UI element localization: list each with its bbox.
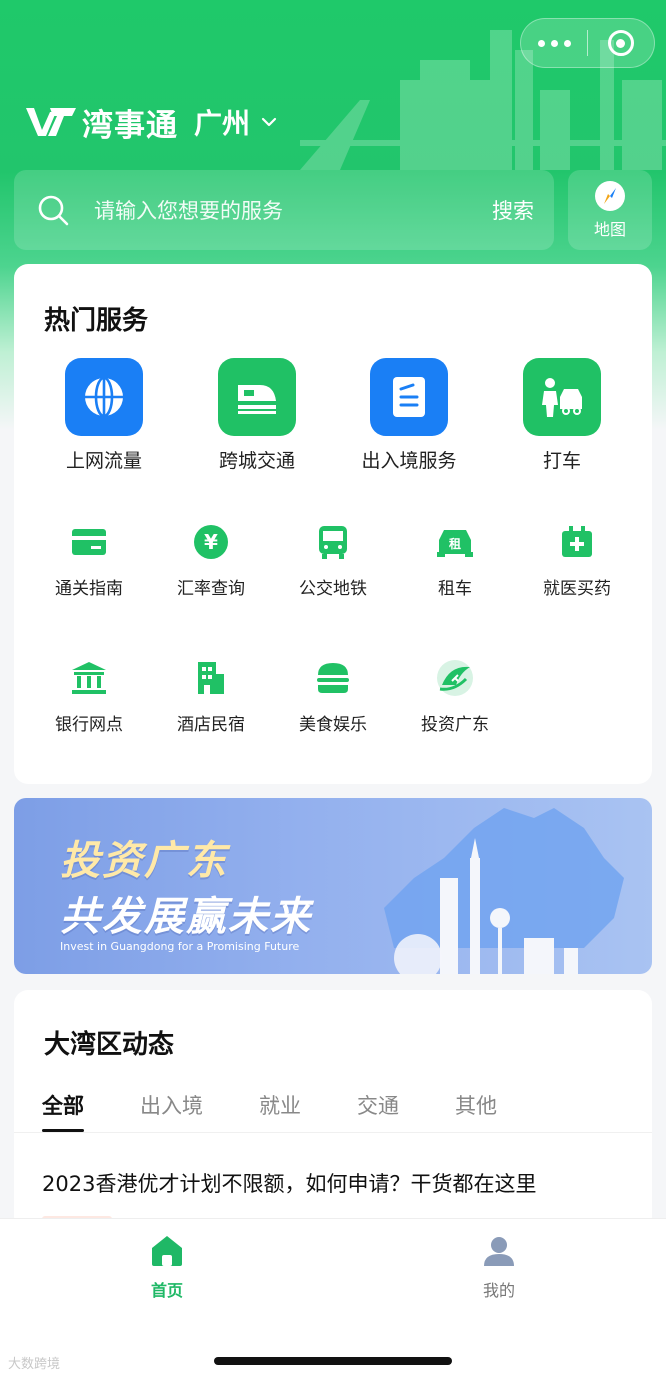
close-circle-icon[interactable] bbox=[588, 18, 654, 68]
hotel-icon bbox=[191, 658, 231, 698]
service-label: 银行网点 bbox=[55, 715, 123, 735]
invest-logo-icon bbox=[435, 658, 475, 698]
tab-home[interactable]: 首页 bbox=[107, 1233, 227, 1301]
service-food-entertainment[interactable]: 美食娱乐 bbox=[272, 658, 394, 735]
passport-icon bbox=[370, 358, 448, 436]
service-car-rental[interactable]: 租 租车 bbox=[394, 522, 516, 599]
banner-title-line2: 共发展赢未来 bbox=[60, 894, 312, 940]
service-bank-branches[interactable]: 银行网点 bbox=[28, 658, 150, 735]
tabs-divider bbox=[14, 1132, 652, 1133]
tab-other[interactable]: 其他 bbox=[455, 1090, 497, 1132]
service-label: 就医买药 bbox=[543, 579, 611, 599]
home-icon bbox=[152, 1236, 182, 1266]
compass-icon bbox=[595, 181, 625, 211]
news-tabs: 全部 出入境 就业 交通 其他 bbox=[42, 1090, 553, 1134]
globe-icon bbox=[65, 358, 143, 436]
svg-text:租: 租 bbox=[449, 537, 461, 551]
service-label: 美食娱乐 bbox=[299, 715, 367, 735]
more-dots-icon[interactable] bbox=[521, 18, 587, 68]
service-taxi[interactable]: 打车 bbox=[486, 358, 638, 473]
city-selector[interactable]: 广州 bbox=[194, 102, 250, 142]
hot-services-title: 热门服务 bbox=[44, 306, 149, 336]
promo-banner[interactable]: 投资广东 共发展赢未来 Invest in Guangdong for a Pr… bbox=[14, 798, 652, 974]
tab-label: 我的 bbox=[482, 1281, 515, 1300]
service-label: 打车 bbox=[542, 450, 581, 472]
search-icon bbox=[38, 195, 69, 226]
rental-car-icon: 租 bbox=[435, 522, 475, 562]
map-button[interactable]: 地图 bbox=[568, 170, 652, 250]
train-icon bbox=[218, 358, 296, 436]
card-icon bbox=[69, 522, 109, 562]
medical-kit-icon bbox=[557, 522, 597, 562]
mini-program-capsule bbox=[520, 18, 655, 68]
app-logo-icon bbox=[26, 108, 76, 136]
bay-area-news-card: 大湾区动态 全部 出入境 就业 交通 其他 2023香港优才计划不限额，如何申请… bbox=[14, 990, 652, 1230]
service-bus-metro[interactable]: 公交地铁 bbox=[272, 522, 394, 599]
service-label: 跨城交通 bbox=[218, 450, 295, 472]
bottom-tab-bar: 首页 我的 大数跨境 bbox=[0, 1218, 666, 1374]
map-label: 地图 bbox=[593, 220, 626, 239]
svg-text:¥: ¥ bbox=[204, 530, 218, 554]
news-article-title[interactable]: 2023香港优才计划不限额，如何申请？干货都在这里 bbox=[42, 1168, 536, 1198]
watermark: 大数跨境 bbox=[8, 1357, 61, 1372]
service-intercity-transport[interactable]: 跨城交通 bbox=[181, 358, 333, 473]
banner-title-line1: 投资广东 bbox=[60, 838, 228, 884]
service-customs-guide[interactable]: 通关指南 bbox=[28, 522, 150, 599]
search-button[interactable]: 搜索 bbox=[492, 195, 534, 225]
home-indicator[interactable] bbox=[214, 1357, 452, 1365]
tab-entry-exit[interactable]: 出入境 bbox=[140, 1090, 203, 1132]
burger-icon bbox=[313, 658, 353, 698]
service-data-roaming[interactable]: 上网流量 bbox=[28, 358, 180, 473]
tab-transport[interactable]: 交通 bbox=[357, 1090, 399, 1132]
tab-employment[interactable]: 就业 bbox=[259, 1090, 301, 1132]
service-label: 出入境服务 bbox=[361, 450, 457, 472]
bus-icon bbox=[313, 522, 353, 562]
user-icon bbox=[484, 1237, 514, 1266]
taxi-icon bbox=[523, 358, 601, 436]
service-hotels[interactable]: 酒店民宿 bbox=[150, 658, 272, 735]
guangdong-map-illustration bbox=[384, 808, 624, 974]
service-medical[interactable]: 就医买药 bbox=[516, 522, 638, 599]
brand-bar: 湾事通 广州 bbox=[24, 100, 278, 144]
yen-icon: ¥ bbox=[191, 522, 231, 562]
service-entry-exit[interactable]: 出入境服务 bbox=[333, 358, 485, 473]
service-label: 酒店民宿 bbox=[177, 715, 245, 735]
service-label: 上网流量 bbox=[65, 450, 142, 472]
search-input[interactable]: 请输入您想要的服务 bbox=[94, 195, 492, 225]
service-invest-guangdong[interactable]: 投资广东 bbox=[394, 658, 516, 735]
tab-label: 首页 bbox=[150, 1281, 183, 1300]
tab-mine[interactable]: 我的 bbox=[439, 1233, 559, 1301]
banner-subtitle: Invest in Guangdong for a Promising Futu… bbox=[60, 940, 300, 953]
service-exchange-rate[interactable]: ¥ 汇率查询 bbox=[150, 522, 272, 599]
search-bar[interactable]: 请输入您想要的服务 搜索 bbox=[14, 170, 554, 250]
tab-all[interactable]: 全部 bbox=[42, 1090, 84, 1132]
hot-services-card: 热门服务 上网流量 跨城交通 出入境服务 打车 通关指南 ¥ 汇率查询 公交地铁 bbox=[14, 264, 652, 784]
news-section-title: 大湾区动态 bbox=[44, 1030, 175, 1060]
app-name: 湾事通 bbox=[82, 107, 178, 144]
service-label: 公交地铁 bbox=[299, 579, 367, 599]
bank-icon bbox=[69, 658, 109, 698]
chevron-down-icon[interactable] bbox=[260, 113, 278, 131]
service-label: 投资广东 bbox=[421, 715, 489, 735]
service-label: 汇率查询 bbox=[177, 579, 245, 599]
service-label: 租车 bbox=[438, 579, 472, 599]
service-label: 通关指南 bbox=[55, 579, 123, 599]
